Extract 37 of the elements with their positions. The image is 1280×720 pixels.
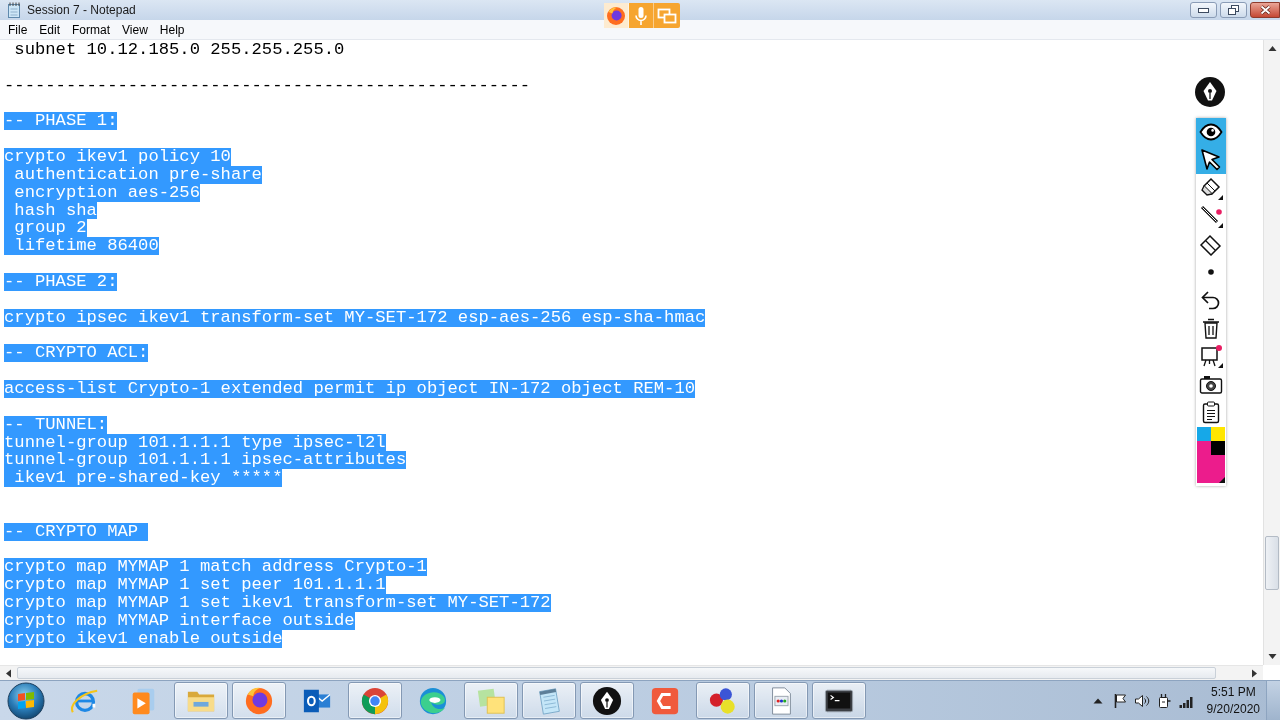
menu-item[interactable]: Help (153, 21, 191, 38)
restore-icon[interactable] (1228, 5, 1239, 15)
pen-nib-icon[interactable] (592, 685, 622, 716)
window-title: Session 7 - Notepad (27, 3, 136, 17)
restore-button[interactable] (1220, 2, 1247, 18)
close-icon[interactable] (1259, 5, 1271, 15)
speaker-icon[interactable] (1133, 692, 1150, 709)
close-button[interactable] (1250, 2, 1280, 18)
scroll-thumb[interactable] (1265, 536, 1279, 590)
scroll-thumb[interactable] (17, 667, 1216, 679)
clock-date[interactable]: 9/20/2020 (1206, 700, 1260, 718)
spheres-icon[interactable] (708, 685, 738, 716)
pointer-icon[interactable] (1196, 146, 1226, 174)
globe-icon[interactable] (604, 3, 629, 28)
color-swatch-icon[interactable] (1196, 426, 1226, 484)
minimize-button[interactable] (1190, 2, 1217, 18)
menu-item[interactable]: Edit (33, 21, 67, 38)
clock-time[interactable]: 5:51 PM (1210, 683, 1256, 701)
pen-nib-icon[interactable] (1194, 76, 1226, 108)
taskbar-button[interactable] (812, 682, 866, 719)
notepad-icon (7, 2, 21, 18)
globe-icon[interactable] (244, 685, 274, 716)
orb-icon[interactable] (7, 681, 45, 720)
wheel-icon[interactable] (360, 685, 390, 716)
text-line: --------------------------------------------------- (4, 76, 531, 95)
eye-icon[interactable] (1196, 118, 1226, 146)
text-line: subnet 10.12.185.0 255.255.255.0 (13, 41, 345, 59)
taskbar-button[interactable] (580, 682, 634, 719)
minimize-icon[interactable] (1198, 7, 1209, 13)
menu-item[interactable]: Format (66, 21, 117, 38)
bracket-tile-icon[interactable] (650, 685, 680, 716)
show-hidden-icon[interactable] (1092, 697, 1103, 704)
menu-item[interactable]: File (2, 21, 34, 38)
wave-icon[interactable] (418, 685, 448, 716)
menu-item[interactable]: View (116, 21, 154, 38)
vertical-scrollbar[interactable] (1263, 40, 1280, 665)
horizontal-scrollbar[interactable] (0, 665, 1263, 680)
